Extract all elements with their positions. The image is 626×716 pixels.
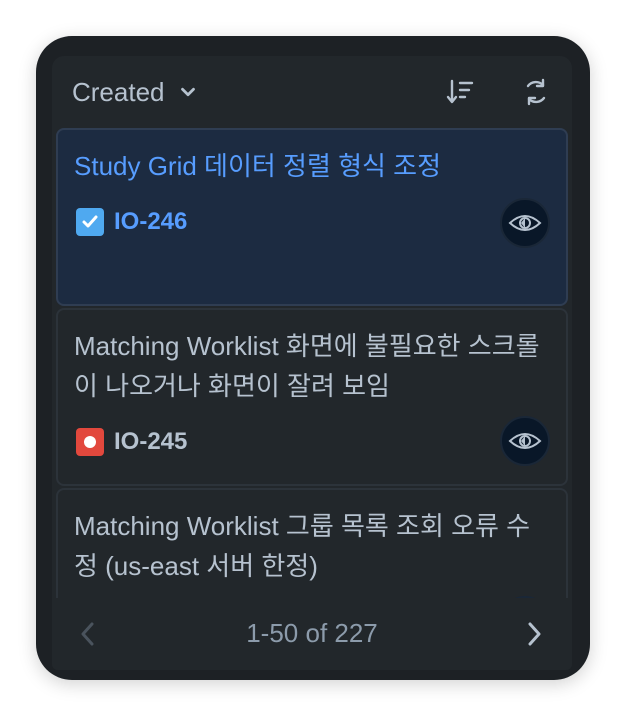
sort-dropdown-label: Created <box>72 76 165 107</box>
issue-title: Matching Worklist 화면에 불필요한 스크롤이 나오거나 화면이… <box>74 331 540 401</box>
sort-descending-icon <box>446 79 474 104</box>
refresh-icon <box>526 78 546 106</box>
pagination-range: 1-50 of 227 <box>246 618 378 648</box>
sort-dropdown[interactable]: Created <box>72 72 199 112</box>
eye-icon <box>508 215 542 231</box>
task-type-icon <box>76 208 104 236</box>
chevron-right-icon <box>528 622 541 646</box>
issue-key[interactable]: IO-245 <box>114 428 187 456</box>
next-page-button[interactable] <box>518 618 550 650</box>
eye-icon <box>508 433 542 449</box>
watch-button[interactable] <box>500 416 550 466</box>
issue-key[interactable]: IO-246 <box>114 208 187 236</box>
issue-list-panel: Created Study Grid 데이터 정렬 형식 조정 IO-246 M… <box>36 36 590 680</box>
issue-meta: IO-245 <box>76 428 187 456</box>
pagination: 1-50 of 227 <box>52 598 572 670</box>
issue-title: Study Grid 데이터 정렬 형식 조정 <box>74 151 442 181</box>
sort-order-button[interactable] <box>444 76 476 108</box>
watch-button[interactable] <box>500 198 550 248</box>
bug-type-icon <box>76 428 104 456</box>
issue-card-io-244[interactable]: Matching Worklist 그룹 목록 조회 오류 수정 (us-eas… <box>56 488 568 598</box>
issue-meta: IO-246 <box>76 208 187 236</box>
refresh-button[interactable] <box>520 76 552 108</box>
list-header: Created <box>52 56 572 128</box>
chevron-down-icon <box>180 87 195 97</box>
issue-card-io-245[interactable]: Matching Worklist 화면에 불필요한 스크롤이 나오거나 화면이… <box>56 308 568 486</box>
issue-card-io-246[interactable]: Study Grid 데이터 정렬 형식 조정 IO-246 <box>56 128 568 306</box>
issue-list: Study Grid 데이터 정렬 형식 조정 IO-246 Matching … <box>56 128 568 598</box>
issue-list-container: Created Study Grid 데이터 정렬 형식 조정 IO-246 M… <box>52 56 572 670</box>
issue-title: Matching Worklist 그룹 목록 조회 오류 수정 (us-eas… <box>74 511 531 581</box>
